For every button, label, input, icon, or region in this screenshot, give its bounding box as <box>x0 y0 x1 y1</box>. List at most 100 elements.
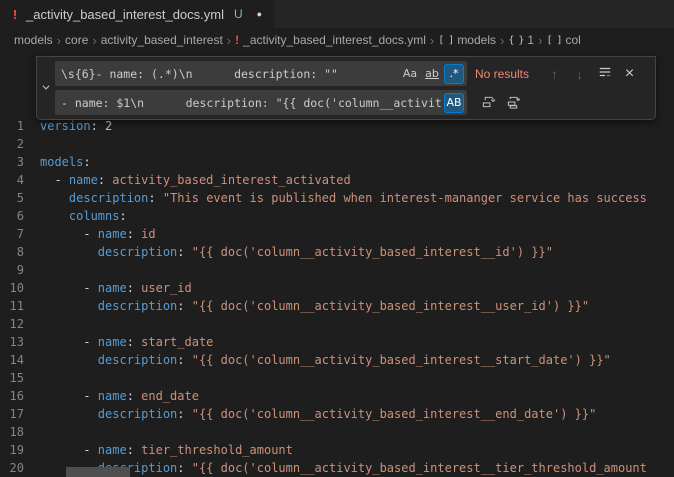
breadcrumb-separator-icon: › <box>57 33 61 48</box>
code-text: - name: user_id <box>40 279 192 297</box>
selection-lines-icon <box>598 65 612 82</box>
code-text: description: "This event is published wh… <box>40 189 647 207</box>
line-number: 20 <box>0 459 40 477</box>
code-line[interactable]: 9 <box>0 261 674 279</box>
code-line[interactable]: 16 - name: end_date <box>0 387 674 405</box>
symbol-icon: { } <box>508 35 523 46</box>
replace-input-value[interactable]: - name: $1\n description: "{{ doc('colum… <box>61 96 442 110</box>
code-line[interactable]: 8 description: "{{ doc('column__activity… <box>0 243 674 261</box>
code-line[interactable]: 10 - name: user_id <box>0 279 674 297</box>
line-number: 17 <box>0 405 40 423</box>
replace-all-icon <box>506 94 521 112</box>
editor[interactable]: \s{6}- name: (.*)\n description: "" Aa a… <box>0 52 674 477</box>
code-text: - name: tier_threshold_amount <box>40 441 293 459</box>
code-text: - name: activity_based_interest_activate… <box>40 171 351 189</box>
line-number: 18 <box>0 423 40 441</box>
find-row: \s{6}- name: (.*)\n description: "" Aa a… <box>55 61 651 86</box>
close-icon: × <box>625 65 634 83</box>
code-line[interactable]: 2 <box>0 135 674 153</box>
line-number: 13 <box>0 333 40 351</box>
code-line[interactable]: 17 description: "{{ doc('column__activit… <box>0 405 674 423</box>
code-line[interactable]: 14 description: "{{ doc('column__activit… <box>0 351 674 369</box>
code-text: columns: <box>40 207 127 225</box>
breadcrumb-item-models[interactable]: [ ]models <box>438 33 496 47</box>
find-input[interactable]: \s{6}- name: (.*)\n description: "" Aa a… <box>55 61 467 86</box>
yaml-file-icon: ! <box>235 33 239 47</box>
replace-row: - name: $1\n description: "{{ doc('colum… <box>55 90 651 115</box>
arrow-down-icon: ↓ <box>576 66 583 82</box>
code-line[interactable]: 15 <box>0 369 674 387</box>
line-number: 14 <box>0 351 40 369</box>
replace-input[interactable]: - name: $1\n description: "{{ doc('colum… <box>55 90 467 115</box>
code-line[interactable]: 6 columns: <box>0 207 674 225</box>
replace-button[interactable] <box>477 91 500 114</box>
line-number: 10 <box>0 279 40 297</box>
code-text: description: "{{ doc('column__activity_b… <box>40 351 611 369</box>
horizontal-scrollbar-thumb[interactable] <box>66 467 130 477</box>
code-text: description: "{{ doc('column__activity_b… <box>40 405 596 423</box>
code-line[interactable]: 5 description: "This event is published … <box>0 189 674 207</box>
code-line[interactable]: 3models: <box>0 153 674 171</box>
breadcrumb-item-col[interactable]: [ ]col <box>546 33 580 47</box>
editor-tab[interactable]: ! _activity_based_interest_docs.yml U ● <box>0 0 274 28</box>
preserve-case-button[interactable]: AB <box>444 93 464 113</box>
line-number: 15 <box>0 369 40 387</box>
find-replace-widget: \s{6}- name: (.*)\n description: "" Aa a… <box>36 56 656 120</box>
close-button[interactable]: × <box>618 62 641 85</box>
line-number: 4 <box>0 171 40 189</box>
breadcrumb: models › core › activity_based_interest ›! _ac… <box>0 28 674 52</box>
breadcrumb-item-activity-based-interest[interactable]: activity_based_interest <box>101 33 223 47</box>
code-line[interactable]: 11 description: "{{ doc('column__activit… <box>0 297 674 315</box>
line-number: 11 <box>0 297 40 315</box>
code-text: models: <box>40 153 91 171</box>
code-text: - name: start_date <box>40 333 213 351</box>
whole-word-button[interactable]: ab <box>422 64 442 84</box>
find-input-value[interactable]: \s{6}- name: (.*)\n description: "" <box>61 67 398 81</box>
line-number: 12 <box>0 315 40 333</box>
line-number: 19 <box>0 441 40 459</box>
line-number: 8 <box>0 243 40 261</box>
tab-bar: ! _activity_based_interest_docs.yml U ● <box>0 0 674 28</box>
breadcrumb-item--activity-based-interest-docs-yml[interactable]: ! _activity_based_interest_docs.yml <box>235 33 426 47</box>
toggle-replace-button[interactable] <box>37 61 55 115</box>
line-number: 16 <box>0 387 40 405</box>
line-number: 3 <box>0 153 40 171</box>
line-number: 7 <box>0 225 40 243</box>
line-number: 6 <box>0 207 40 225</box>
code-line[interactable]: 12 <box>0 315 674 333</box>
line-number: 9 <box>0 261 40 279</box>
code-text: description: "{{ doc('column__activity_b… <box>40 297 589 315</box>
regex-button[interactable]: .* <box>444 64 464 84</box>
vscode-window: ! _activity_based_interest_docs.yml U ● … <box>0 0 674 477</box>
replace-all-button[interactable] <box>502 91 525 114</box>
code-text: description: "{{ doc('column__activity_b… <box>40 459 647 477</box>
breadcrumb-separator-icon: › <box>430 33 434 48</box>
next-match-button[interactable]: ↓ <box>568 62 591 85</box>
find-in-selection-button[interactable] <box>593 62 616 85</box>
previous-match-button[interactable]: ↑ <box>543 62 566 85</box>
breadcrumb-item-core[interactable]: core <box>65 33 88 47</box>
line-number: 2 <box>0 135 40 153</box>
code-line[interactable]: 13 - name: start_date <box>0 333 674 351</box>
tab-title: _activity_based_interest_docs.yml <box>26 7 224 22</box>
git-status-badge: U <box>234 7 243 21</box>
breadcrumb-separator-icon: › <box>538 33 542 48</box>
breadcrumb-label: models <box>457 33 496 47</box>
breadcrumb-item-1[interactable]: { }1 <box>508 33 534 47</box>
code-line[interactable]: 18 <box>0 423 674 441</box>
code-line[interactable]: 7 - name: id <box>0 225 674 243</box>
chevron-down-icon <box>41 79 51 97</box>
results-count: No results <box>475 67 533 81</box>
code-text: - name: end_date <box>40 387 199 405</box>
code-line[interactable]: 4 - name: activity_based_interest_activa… <box>0 171 674 189</box>
breadcrumb-label: _activity_based_interest_docs.yml <box>243 33 426 47</box>
code-line[interactable]: 19 - name: tier_threshold_amount <box>0 441 674 459</box>
breadcrumb-item-models[interactable]: models <box>14 33 53 47</box>
breadcrumb-label: models <box>14 33 53 47</box>
yaml-file-icon: ! <box>10 7 20 22</box>
unsaved-dot-icon[interactable]: ● <box>257 9 262 19</box>
match-case-button[interactable]: Aa <box>400 64 420 84</box>
breadcrumb-separator-icon: › <box>92 33 96 48</box>
replace-icon <box>481 94 496 112</box>
symbol-icon: [ ] <box>546 35 561 46</box>
